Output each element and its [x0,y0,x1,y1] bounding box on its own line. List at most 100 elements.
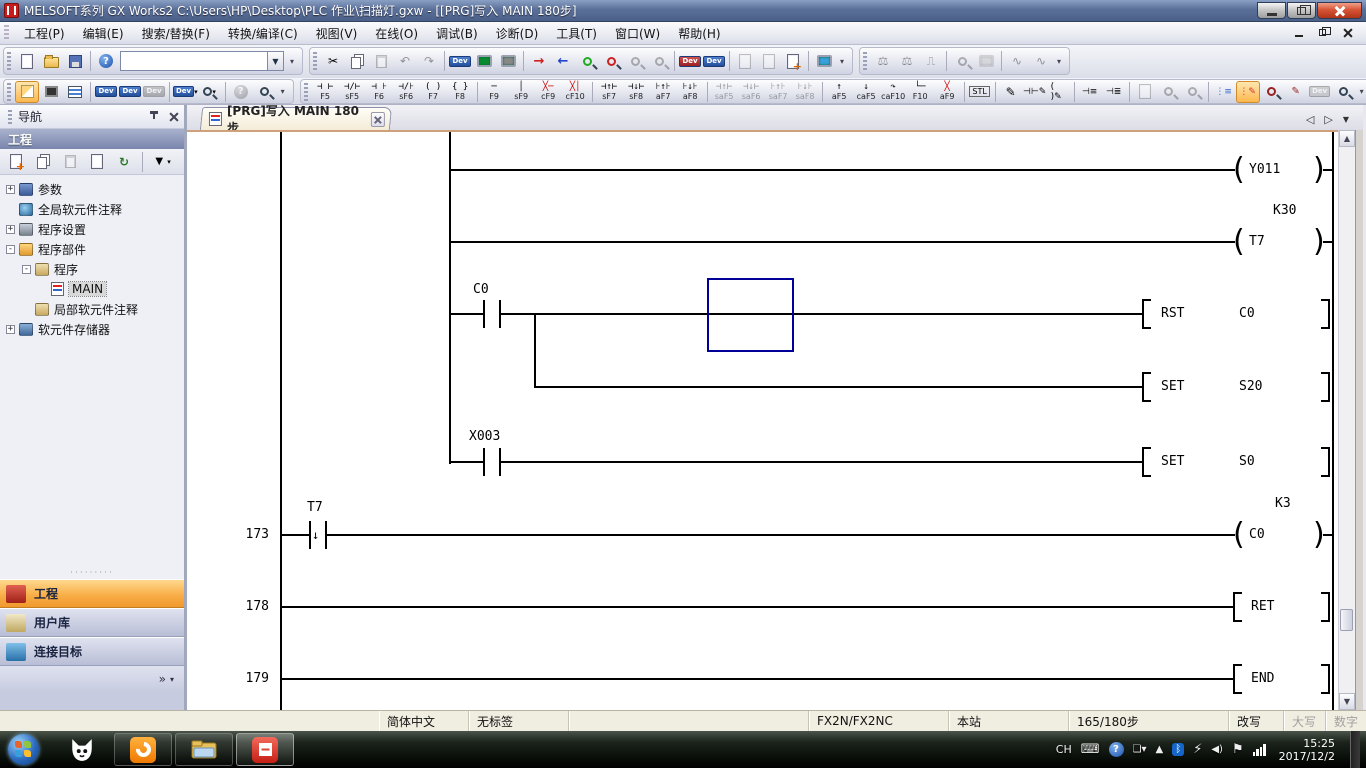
close-button[interactable] [1317,2,1362,19]
taskbar-gx-works2[interactable] [236,733,294,766]
menu-convert-compile[interactable]: 转换/编译(C) [219,22,307,45]
tree-item-pou[interactable]: - 程序部件 [0,239,184,259]
restore-button[interactable] [1287,2,1316,19]
nav-paste-button[interactable] [58,152,82,172]
open-project-button[interactable] [39,49,63,73]
nav-splitter[interactable]: ········· [0,567,184,579]
ladder-edit-button[interactable]: ✎ [999,81,1023,103]
sampling-trace1-button[interactable]: ∿ [1005,49,1029,73]
write-to-plc-button[interactable]: → [527,49,551,73]
redo-button[interactable]: ↷ [417,49,441,73]
device-register-watch-button[interactable]: Dev [702,49,726,73]
inline-st-button[interactable]: STL [968,81,992,103]
device-display-button[interactable]: Dev▾ [173,81,198,103]
delete-line-button[interactable]: ↷caF10 [880,80,907,104]
toolbar-grip[interactable] [304,83,308,101]
scroll-down-icon[interactable]: ▼ [1339,693,1355,710]
tree-item-global-comment[interactable]: 全局软元件注释 [0,199,184,219]
tree-item-local-comment[interactable]: 局部软元件注释 [0,299,184,319]
tree-item-program-setting[interactable]: + 程序设置 [0,219,184,239]
save-project-button[interactable] [63,49,87,73]
ladder-jump-button[interactable] [781,49,805,73]
delete-horizontal-line-button[interactable]: ╳─cF9 [535,80,562,104]
tab-close-icon[interactable] [371,112,385,127]
bluetooth-icon[interactable]: ᛒ [1172,743,1184,756]
menu-online[interactable]: 在线(O) [366,22,427,45]
rising-pulse-button[interactable]: ⊣↑⊢sF7 [596,80,623,104]
pulse-negate-3-button[interactable]: ⊦↑⊦saF7 [765,80,792,104]
debug-find-button[interactable] [950,49,974,73]
new-project-button[interactable] [15,49,39,73]
falling-pulse-button[interactable]: ⊣↓⊢sF8 [623,80,650,104]
action-center-flag-icon[interactable]: ⚑ [1232,743,1244,756]
toolbar-overflow-button[interactable]: ▾ [1053,57,1065,66]
tab-list-icon[interactable]: ▼ [1343,115,1349,124]
mdi-minimize-button[interactable] [1292,26,1308,40]
device-comment-button[interactable]: Dev [448,49,472,73]
menu-project[interactable]: 工程(P) [15,22,74,45]
open-contact-button[interactable]: ⊣ ⊢F5 [312,80,339,104]
mdi-close-button[interactable] [1340,26,1356,40]
cut-button[interactable]: ✂ [321,49,345,73]
scrollbar-track[interactable] [1339,147,1355,693]
toolbar-overflow-button[interactable]: ▾ [836,57,848,66]
note-jump-button[interactable] [757,49,781,73]
menu-find-replace[interactable]: 搜索/替换(F) [133,22,219,45]
network-icon[interactable] [1253,744,1266,756]
coil-edit-button[interactable]: ( )✎ [1047,81,1071,103]
tree-item-main[interactable]: MAIN [0,279,184,299]
input-language-indicator[interactable]: CH [1056,744,1072,755]
menu-window[interactable]: 窗口(W) [606,22,669,45]
device-register-red-button[interactable]: Dev [678,49,702,73]
nav-copy-button[interactable] [31,152,55,172]
device-edit-red-button[interactable]: ✎ [1284,81,1308,103]
delete-vertical-line-button[interactable]: ╳│cF10 [562,80,589,104]
nav-button-project[interactable]: 工程 [0,579,184,608]
mdi-restore-button[interactable] [1316,26,1332,40]
tree-item-parameter[interactable]: + 参数 [0,179,184,199]
open-branch-button[interactable]: ⊣ ⊦F6 [366,80,393,104]
device-test-button[interactable]: ⚖ [871,49,895,73]
note-list-button[interactable] [1157,81,1181,103]
vertical-scrollbar[interactable]: ▲ ▼ [1338,130,1355,710]
keyboard-icon[interactable]: ⌨ [1081,743,1100,756]
find-button[interactable] [253,81,277,103]
tree-item-program[interactable]: - 程序 [0,259,184,279]
toolbar-overflow-button[interactable]: ▾ [277,87,289,96]
pulse-negate-2-button[interactable]: ⊣↓⊢saF6 [738,80,765,104]
statement-list-button[interactable] [1133,81,1157,103]
toolbar-grip[interactable] [7,83,11,101]
taskbar-foobar2000[interactable] [53,733,111,766]
toolbar-grip[interactable] [863,52,867,70]
tab-scroll-left-icon[interactable]: ◁ [1306,113,1314,126]
navigation-window-toggle[interactable] [15,81,39,103]
toolbar-grip[interactable] [7,52,11,70]
scroll-up-icon[interactable]: ▲ [1339,130,1355,147]
nav-close-icon[interactable] [168,111,180,123]
convert-operation-button[interactable]: ↓caF5 [853,80,880,104]
dav-search-button[interactable]: Dev [1308,81,1332,103]
minimize-button[interactable] [1257,2,1286,19]
statement-display-button[interactable]: ⋮✎ [1236,81,1260,103]
device-search-button[interactable]: ▾ [198,81,222,103]
debug-window-button[interactable] [974,49,998,73]
application-instruction-button[interactable]: { }F8 [447,80,474,104]
monitor-write-button[interactable] [623,49,647,73]
combo-dropdown-button[interactable]: ▼ [268,51,284,71]
taskbar-clock[interactable]: 15:25 2017/12/2 [1279,737,1335,763]
comment-display-button[interactable]: ⋮≡ [1212,81,1236,103]
menu-view[interactable]: 视图(V) [307,22,367,45]
ladder-editor-canvas[interactable]: ( Y011 ) K30 ( T7 ) C0 [187,130,1338,710]
monitor-start-button[interactable] [575,49,599,73]
taskbar-uc-browser[interactable] [114,733,172,766]
menu-edit[interactable]: 编辑(E) [74,22,133,45]
start-button[interactable] [8,734,39,765]
pulse-negate-4-button[interactable]: ⊦↓⊦saF8 [792,80,819,104]
hidden-icons-arrow[interactable]: ▲ [1156,745,1164,755]
monitor-read-button[interactable] [647,49,671,73]
show-desktop-button[interactable] [1350,731,1360,768]
pulse-negate-1-button[interactable]: ⊣↑⊢saF5 [711,80,738,104]
tree-item-device-memory[interactable]: + 软元件存储器 [0,319,184,339]
menu-debug[interactable]: 调试(B) [427,22,487,45]
rising-pulse-branch-button[interactable]: ⊦↑⊦aF7 [650,80,677,104]
